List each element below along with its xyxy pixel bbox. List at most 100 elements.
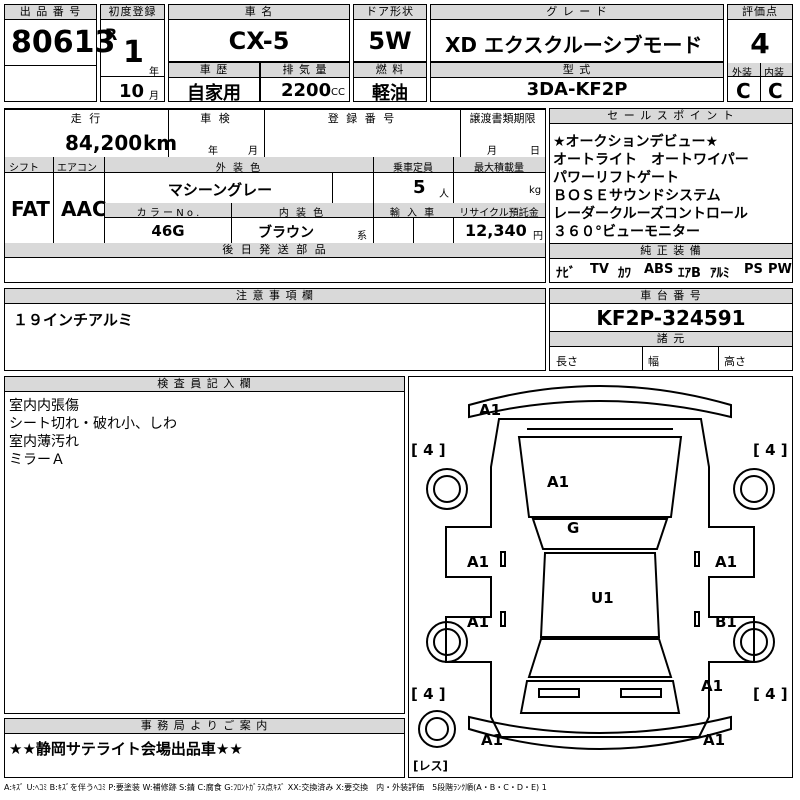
ext-score-label: 外装 [732,68,752,79]
maxload-unit: kg [529,185,542,196]
spare-tire: [レス] [413,759,448,773]
lot-box: 出 品 番 号 80613 [4,4,115,102]
mileage-value: 84,200 [65,131,143,155]
ext-color-value: マシーングレー [167,181,273,199]
int-score-value: C [768,79,783,103]
first-reg-label: 初度登録 [101,5,164,20]
mark-left-front: A1 [467,553,490,571]
maxload-label: 最大積載量 [474,163,524,174]
dims-height: 高さ [724,355,746,368]
grade-value: XD エクスクルーシブモード [445,33,703,57]
chassis-box: 車 台 番 号 KF2P-324591 諸 元 長さ 幅 高さ [549,288,793,371]
mark-right-front: A1 [715,553,738,571]
mark-roof: G [567,519,580,537]
mark-center: U1 [591,589,614,607]
tire-rr-depth: [ 4 ] [753,685,788,703]
inspector-line: ミラーＡ [9,452,65,468]
import-label: 輸 入 車 [389,208,437,219]
equip-navi: ﾅﾋﾞ [556,266,576,281]
int-color-value: ブラウン [258,225,314,241]
door-label: ドア形状 [354,5,426,20]
color-no-label: カ ラ ー N o . [136,208,200,219]
sales-point-line: ３６０°ビューモニター [553,224,700,240]
history-value: 自家用 [187,83,241,104]
dims-label: 諸 元 [550,331,792,347]
model-value: 3DA-KF2P [526,79,628,100]
sales-point-line: ＢＯＳＥサウンドシステム [553,188,721,204]
int-score-label: 内装 [764,68,784,79]
inspector-line: シート切れ・破れ小、しわ [9,416,177,432]
tire-fr-depth: [ 4 ] [753,441,788,459]
equip-ps: PS [744,262,763,277]
office-value: ★★静岡サテライト会場出品車★★ [9,740,243,758]
mark-rear-right-bottom: A1 [703,731,726,749]
first-reg-year: 1 [123,35,144,70]
transfer-day-unit: 日 [530,146,540,157]
mark-rear-right-corner: A1 [701,677,724,695]
door-box: ドア形状 5W [353,4,427,62]
tire-fr-value: 4 [765,441,776,459]
displacement-unit: CC [331,87,345,98]
inspector-box: 検 査 員 記 入 欄 室内内張傷 シート切れ・破れ小、しわ 室内薄汚れ ミラー… [4,376,405,714]
equip-alloy: ｱﾙﾐ [710,266,730,281]
car-name-box: 車 名 CX-5 [168,4,350,62]
recycle-value: 12,340 [465,221,527,240]
score-box: 評価点 4 外装 内装 C C [727,4,793,103]
spec-table: 走 行 車 検 登 録 番 号 譲渡書類期限 84,200 km 年 月 月 日… [4,108,546,283]
notes-box: 注 意 事 項 欄 １９インチアルミ [4,288,546,371]
inspector-line: 室内薄汚れ [9,434,79,450]
later-parts-label: 後 日 発 送 部 品 [5,243,545,258]
car-diagram: A1 A1 G A1 A1 A1 B1 U1 A1 A1 A1 [ 4 ] [ … [408,376,793,778]
tire-rl-value: 4 [423,685,434,703]
mileage-label: 走 行 [70,112,103,125]
notes-value: １９インチアルミ [13,311,133,329]
fuel-value: 軽油 [372,83,408,104]
model-box: 型 式 3DA-KF2P [430,62,724,102]
notes-label: 注 意 事 項 欄 [5,289,545,304]
model-label: 型 式 [431,63,723,78]
first-reg-box: 初度登録 R 1 年 10 月 [100,4,165,102]
first-reg-month-unit: 月 [149,91,159,102]
sales-point-line: オートライト オートワイパー [553,152,749,168]
office-label: 事 務 局 よ り ご 案 内 [5,719,404,734]
inspection-label: 車 検 [200,112,232,125]
first-reg-month: 10 [119,81,145,102]
mark-front-left-bumper: A1 [479,401,502,419]
equip-airbag: ｴｱB [678,266,701,281]
mark-left-rear: A1 [467,613,490,631]
shift-label: シフト [9,163,39,174]
equip-leather: ｶﾜ [618,266,631,281]
inspection-month-unit: 月 [248,146,258,157]
car-name-value: CX-5 [228,27,290,55]
mark-rear-left-bottom: A1 [481,731,504,749]
capacity-label: 乗車定員 [393,163,433,174]
color-no-value: 46G [151,222,185,240]
sales-points-label: セ ー ル ス ポ イ ン ト [550,109,792,124]
inspector-line: 室内内張傷 [9,398,79,414]
history-box: 車 歴 自家用 [168,62,260,104]
dims-width: 幅 [648,355,659,368]
lot-label: 出 品 番 号 [5,5,96,20]
capacity-value: 5 [413,177,426,198]
grade-box: グ レ ー ド XD エクスクルーシブモード [430,4,724,62]
chassis-label: 車 台 番 号 [550,289,792,304]
displacement-box: 排 気 量 2200 CC [260,62,350,102]
mark-hood: A1 [547,473,570,491]
score-label: 評価点 [728,5,792,20]
aircon-value: AAC [61,197,107,221]
regno-label: 登 録 番 号 [327,112,397,125]
grade-label: グ レ ー ド [431,5,723,20]
displacement-value: 2200 [281,80,332,101]
fuel-box: 燃 料 軽油 [353,62,427,104]
equip-abs: ABS [644,262,674,277]
office-box: 事 務 局 よ り ご 案 内 ★★静岡サテライト会場出品車★★ [4,718,405,778]
door-value: 5W [368,27,412,55]
sales-point-line: ★オークションデビュー★ [553,134,719,150]
capacity-unit: 人 [439,189,449,200]
dims-length: 長さ [556,355,578,368]
inspector-label: 検 査 員 記 入 欄 [5,377,404,392]
int-color-suffix: 系 [357,231,367,242]
tire-fl-depth: [ 4 ] [411,441,446,459]
inspection-year-unit: 年 [208,146,218,157]
first-reg-era: R [105,25,118,44]
